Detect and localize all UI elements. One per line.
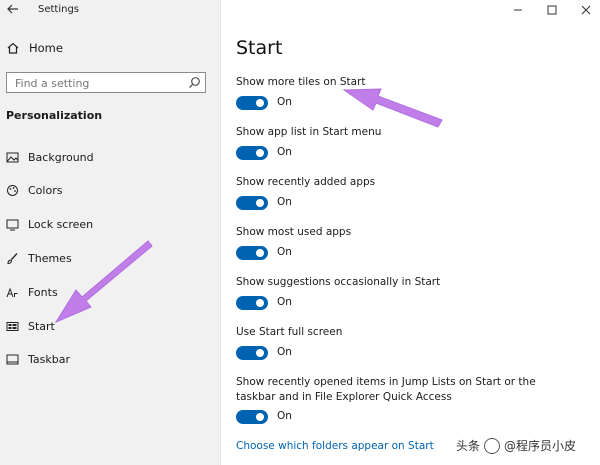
title-bar: Settings <box>0 0 600 20</box>
watermark-logo-icon <box>484 437 501 454</box>
sidebar-item-label: Colors <box>28 183 63 197</box>
sidebar-divider <box>220 0 221 465</box>
toggle-state: On <box>277 346 292 358</box>
sidebar-item-lock-screen[interactable]: Lock screen <box>6 216 93 232</box>
palette-icon <box>7 184 18 196</box>
page-title: Start <box>236 37 283 59</box>
toggle-recently-added[interactable] <box>236 196 268 210</box>
toggle-state: On <box>277 246 292 258</box>
setting-label: Show recently opened items in Jump Lists… <box>236 376 536 403</box>
watermark-prefix: 头条 <box>456 439 481 453</box>
sidebar-item-label: Fonts <box>28 285 58 299</box>
app-title: Settings <box>38 4 80 15</box>
toggle-full-screen[interactable] <box>236 346 268 360</box>
sidebar-item-label: Lock screen <box>28 217 94 231</box>
sidebar-item-background[interactable]: Background <box>6 149 94 165</box>
sidebar-item-label: Themes <box>28 251 72 265</box>
choose-folders-link[interactable]: Choose which folders appear on Start <box>236 440 434 452</box>
watermark: 头条 @程序员小皮 <box>456 437 576 454</box>
taskbar-icon <box>6 354 19 364</box>
toggle-show-more-tiles[interactable] <box>236 96 268 110</box>
setting-label: Show most used apps <box>236 226 352 238</box>
toggle-jump-lists[interactable] <box>236 410 268 424</box>
search-box[interactable]: Find a setting <box>6 72 206 93</box>
back-arrow-icon[interactable] <box>6 2 20 16</box>
toggle-state: On <box>277 96 292 108</box>
sidebar-item-start[interactable]: Start <box>6 318 55 334</box>
font-icon <box>6 287 18 297</box>
toggle-suggestions[interactable] <box>236 296 268 310</box>
brush-icon <box>7 252 18 264</box>
sidebar-item-label: Background <box>28 150 94 164</box>
home-nav-item[interactable]: Home <box>6 41 63 55</box>
arrow-to-show-more-tiles <box>342 88 443 128</box>
setting-label: Show more tiles on Start <box>236 76 366 88</box>
picture-icon <box>6 152 19 162</box>
watermark-suffix: @程序员小皮 <box>504 439 577 453</box>
toggle-most-used[interactable] <box>236 246 268 260</box>
home-icon <box>7 42 19 54</box>
toggle-state: On <box>277 410 292 422</box>
sidebar-item-taskbar[interactable]: Taskbar <box>6 351 70 367</box>
toggle-state: On <box>277 146 292 158</box>
setting-label: Use Start full screen <box>236 326 343 338</box>
sidebar-item-fonts[interactable]: Fonts <box>6 284 58 300</box>
sidebar-item-label: Start <box>28 319 55 333</box>
setting-label: Show app list in Start menu <box>236 126 382 138</box>
home-label: Home <box>29 41 63 55</box>
toggle-state: On <box>277 296 292 308</box>
sidebar-item-colors[interactable]: Colors <box>6 182 62 198</box>
search-icon[interactable] <box>188 76 201 89</box>
toggle-state: On <box>277 196 292 208</box>
setting-label: Show recently added apps <box>236 176 376 188</box>
sidebar-item-themes[interactable]: Themes <box>6 250 72 266</box>
close-icon[interactable] <box>576 2 596 18</box>
search-placeholder: Find a setting <box>15 77 90 90</box>
start-tiles-icon <box>6 321 19 331</box>
lock-screen-icon <box>6 219 19 230</box>
sidebar <box>0 0 220 465</box>
section-heading: Personalization <box>6 109 103 122</box>
sidebar-item-label: Taskbar <box>28 352 70 366</box>
setting-label: Show suggestions occasionally in Start <box>236 276 441 288</box>
minimize-icon[interactable] <box>508 2 528 18</box>
toggle-show-app-list[interactable] <box>236 146 268 160</box>
maximize-icon[interactable] <box>542 2 562 18</box>
